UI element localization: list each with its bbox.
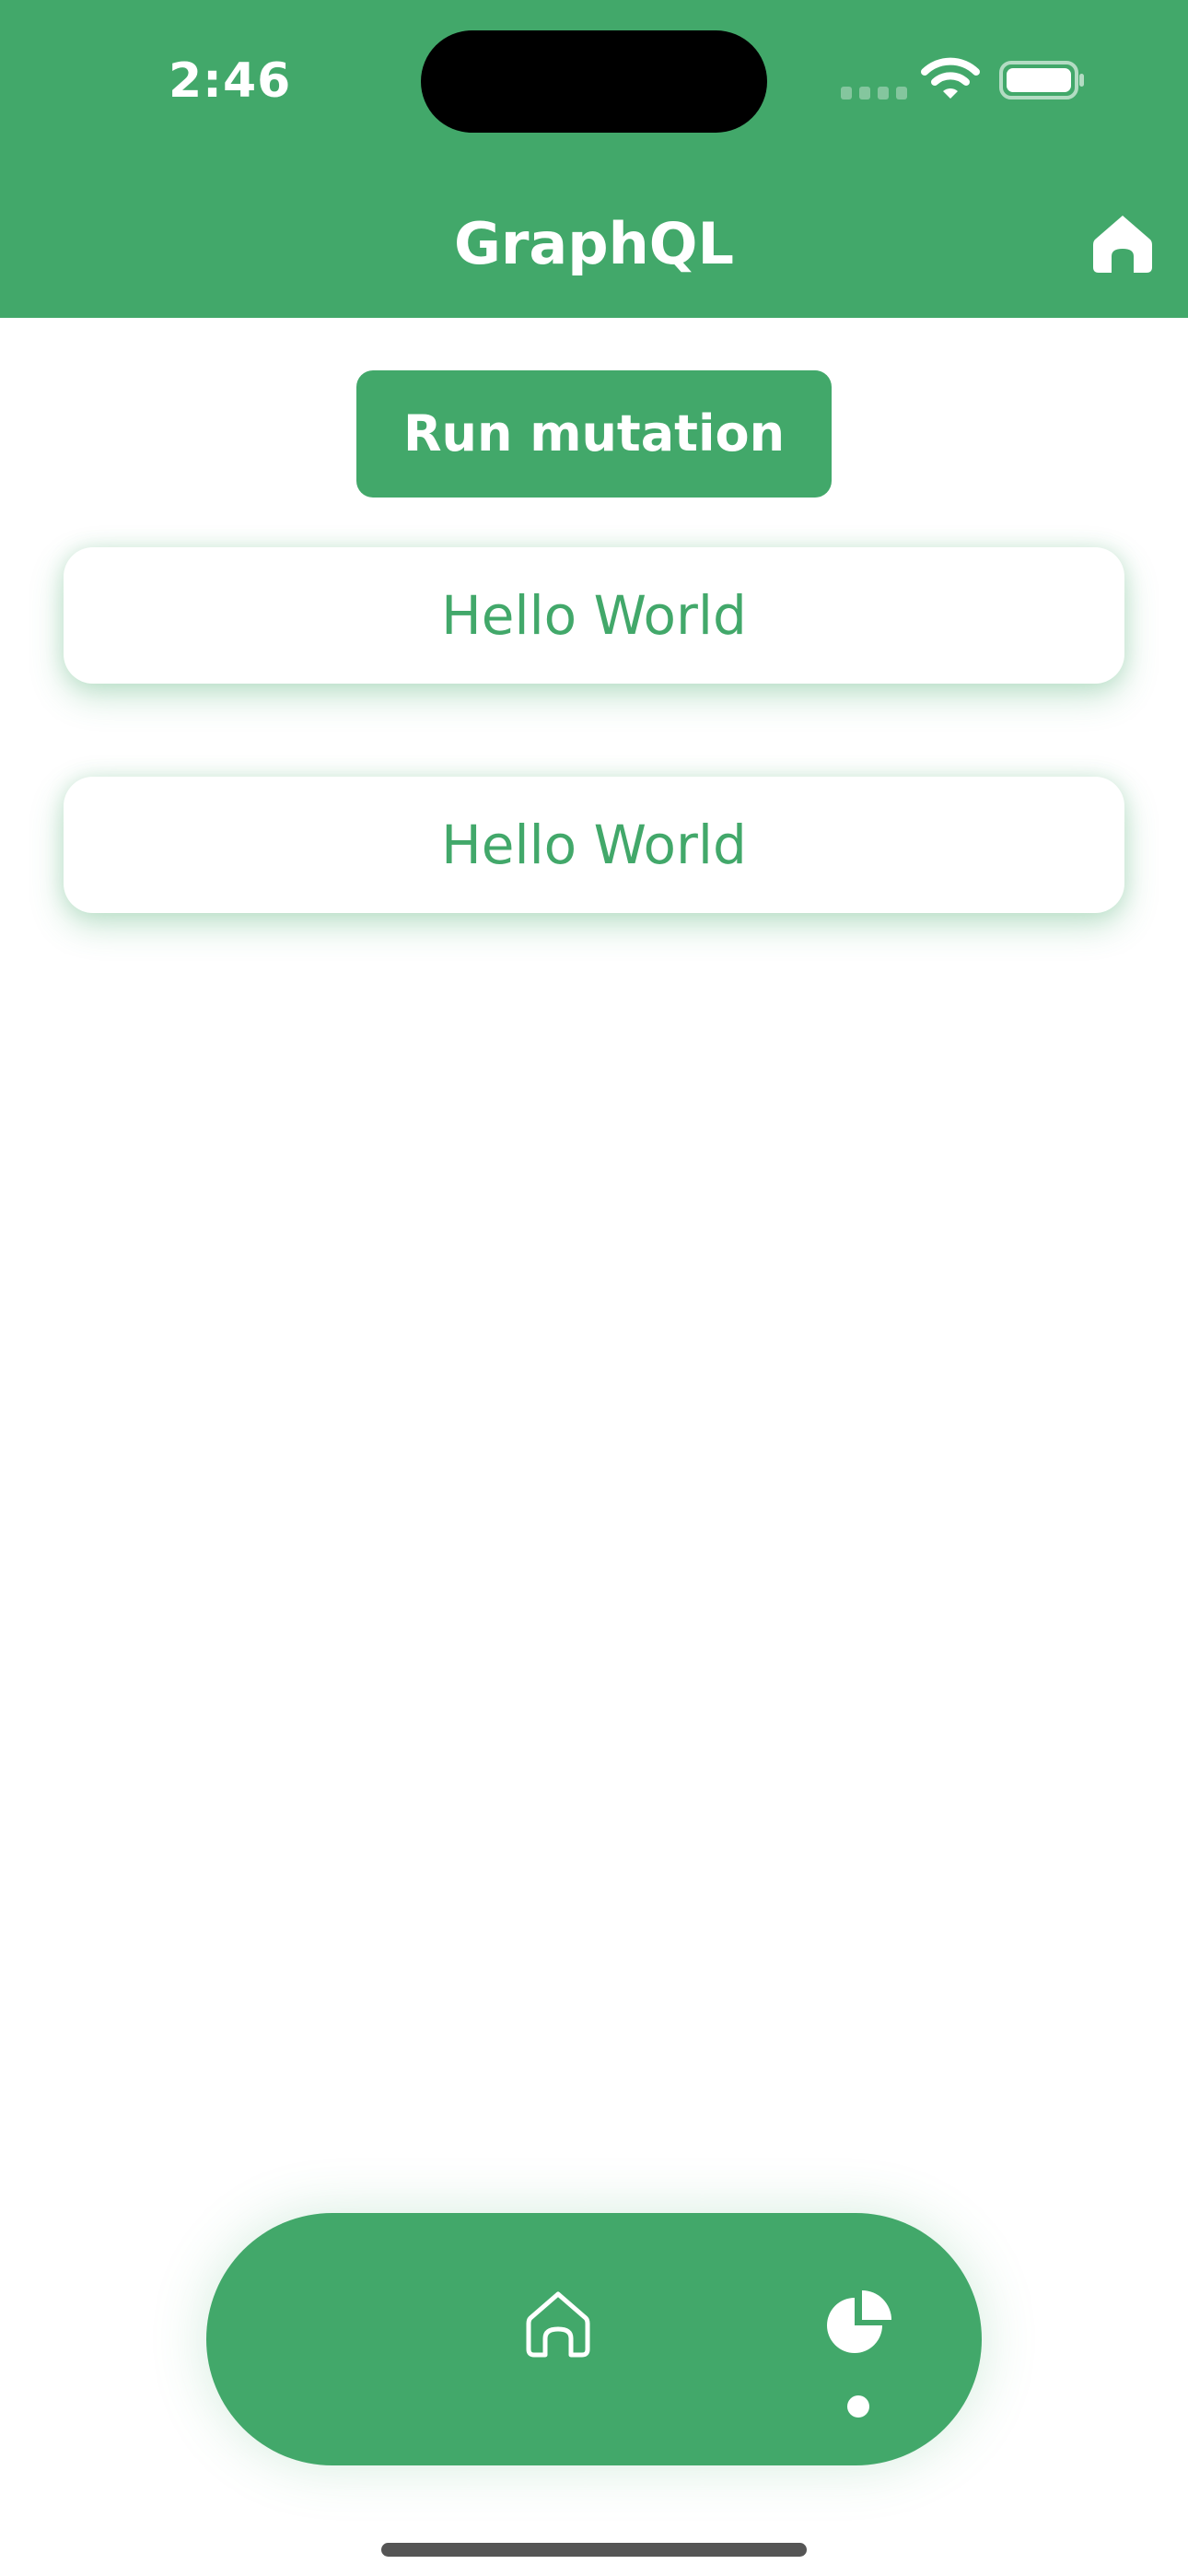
home-icon bbox=[1093, 216, 1152, 273]
cellular-signal-icon bbox=[841, 87, 907, 100]
home-indicator[interactable] bbox=[381, 2543, 807, 2557]
page-title: GraphQL bbox=[453, 210, 735, 277]
active-tab-indicator bbox=[847, 2395, 869, 2418]
result-card: Hello World bbox=[64, 777, 1124, 913]
status-time: 2:46 bbox=[169, 53, 292, 109]
tab-stats[interactable] bbox=[766, 2213, 950, 2465]
result-card: Hello World bbox=[64, 547, 1124, 684]
dynamic-island bbox=[421, 30, 767, 133]
battery-icon bbox=[999, 61, 1084, 100]
pie-chart-icon bbox=[827, 2290, 891, 2353]
home-outline-icon bbox=[526, 2291, 590, 2358]
app-header: 2:46 GraphQL bbox=[0, 0, 1188, 318]
wifi-icon bbox=[921, 57, 980, 99]
header-home-button[interactable] bbox=[1089, 210, 1156, 276]
bottom-tab-bar bbox=[206, 2213, 982, 2465]
tab-home[interactable] bbox=[466, 2213, 650, 2465]
run-mutation-button[interactable]: Run mutation bbox=[356, 370, 832, 498]
